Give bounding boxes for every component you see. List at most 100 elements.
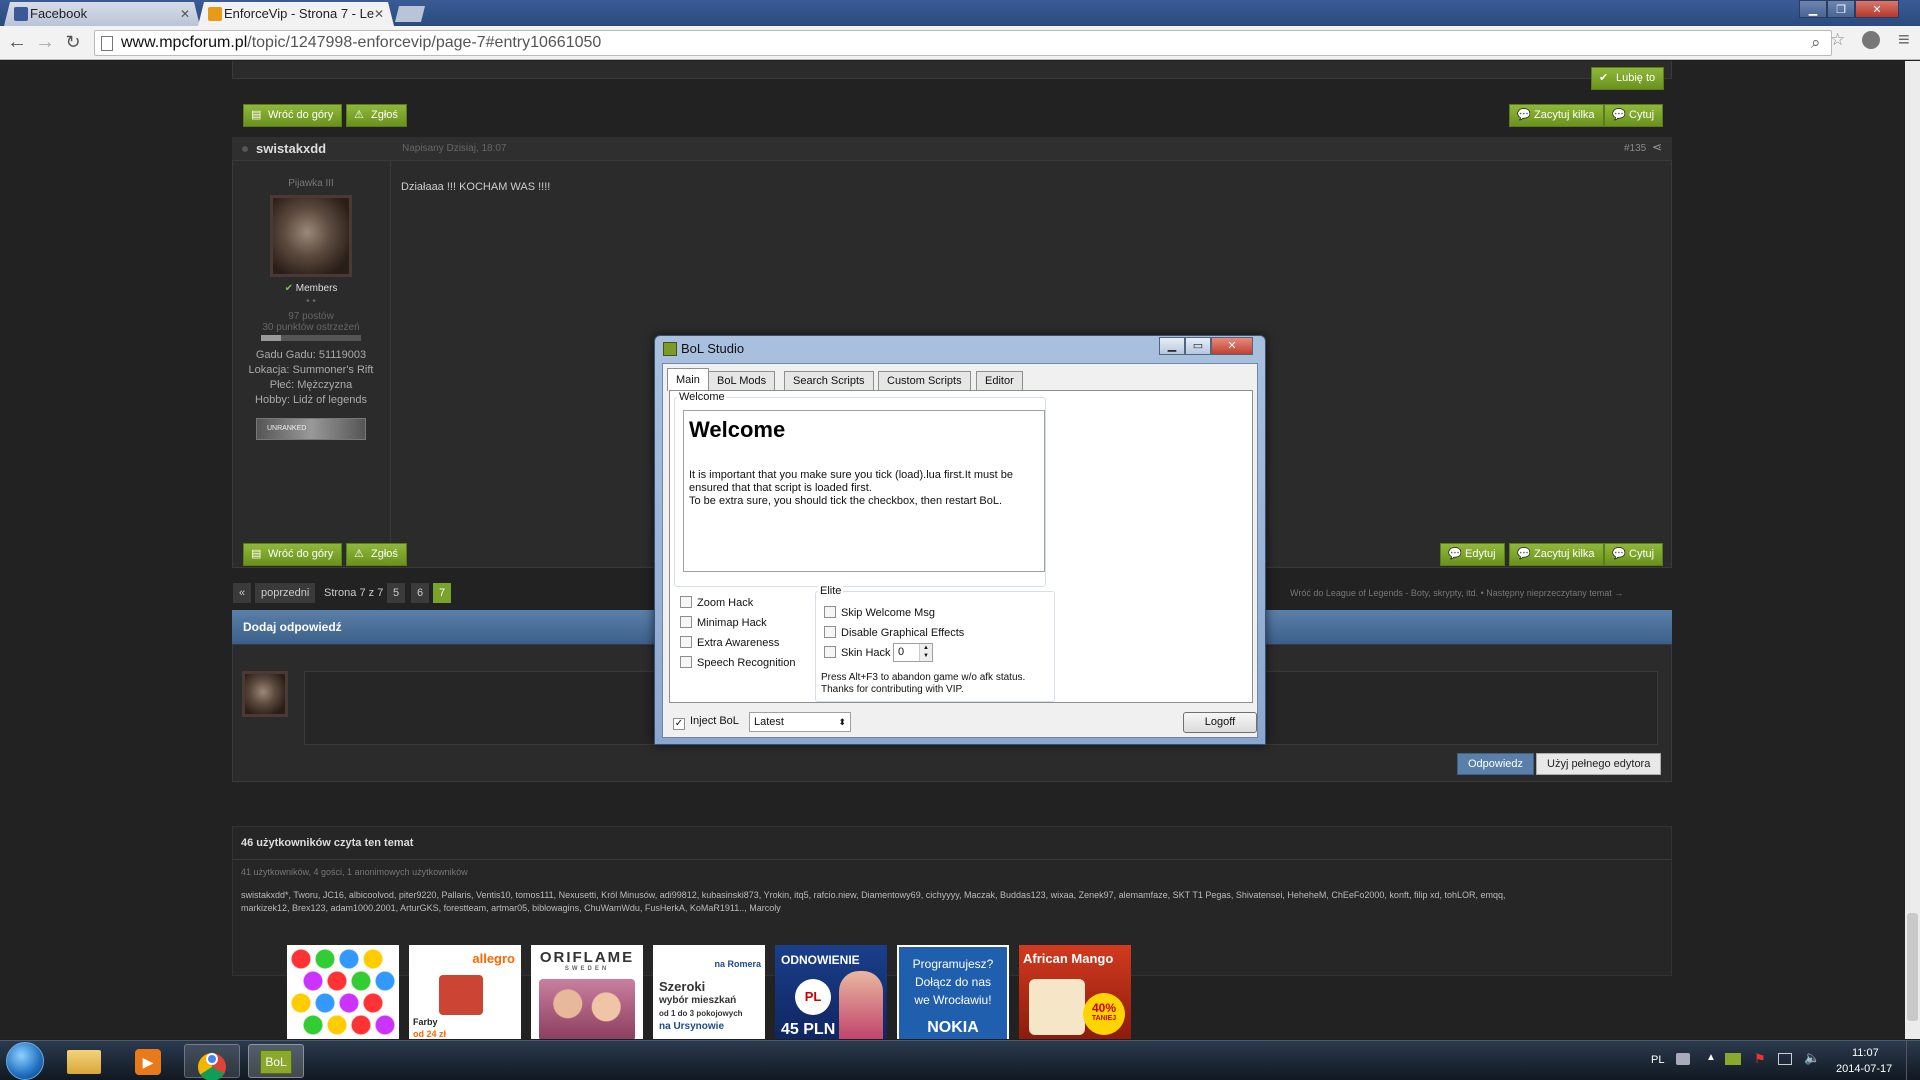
tab-label: EnforceVip - Strona 7 - Le <box>224 6 375 21</box>
minimize-button[interactable]: ▁ <box>1799 0 1827 18</box>
page-5-button[interactable]: 5 <box>387 583 406 603</box>
speech-bubble-icon: 💬 <box>1517 109 1531 121</box>
skip-welcome-checkbox[interactable]: Skip Welcome Msg <box>824 606 935 620</box>
stepper-up-icon[interactable]: ▲ <box>919 644 932 652</box>
report-button[interactable]: ⚠ Zgłoś <box>346 543 407 566</box>
taskbar-media-player[interactable]: ▶ <box>120 1044 176 1078</box>
tab-custom-scripts[interactable]: Custom Scripts <box>878 371 971 390</box>
online-users-list[interactable]: swistakxdd*, Tworu, JC16, albicoolvod, p… <box>241 890 1661 900</box>
address-bar[interactable]: www.mpcforum.pl/topic/1247998-enforcevip… <box>94 30 1832 56</box>
tab-bol-mods[interactable]: BoL Mods <box>708 371 776 390</box>
url-host: www.mpcforum.pl <box>121 34 248 51</box>
page-7-button[interactable]: 7 <box>433 583 452 603</box>
logoff-button[interactable]: Logoff <box>1183 712 1257 733</box>
show-hidden-icons-icon[interactable]: ▲ <box>1706 1052 1716 1063</box>
tab-custom-scripts-label: Custom Scripts <box>887 375 962 387</box>
warning-icon: ⚠ <box>354 548 364 560</box>
share-icon[interactable]: ⋖ <box>1652 140 1662 154</box>
close-tab-icon[interactable]: ✕ <box>180 2 190 26</box>
inject-bol-checkbox[interactable]: ✓ Inject BoL <box>673 714 739 730</box>
ad-bubbles[interactable] <box>287 945 399 1039</box>
keyboard-icon[interactable] <box>1676 1053 1690 1065</box>
disable-graphics-checkbox[interactable]: Disable Graphical Effects <box>824 626 964 640</box>
ad-african-mango[interactable]: African Mango 40% TANIEJ <box>1019 945 1131 1039</box>
stepper-down-icon[interactable]: ▼ <box>919 652 932 661</box>
minimap-hack-checkbox[interactable]: Minimap Hack <box>680 616 767 630</box>
ad-oriflame-brand: ORIFLAME <box>539 949 635 966</box>
reload-icon[interactable]: ↻ <box>62 32 84 54</box>
full-editor-button[interactable]: Użyj pełnego edytora <box>1536 753 1662 775</box>
scrollbar-thumb[interactable] <box>1907 913 1918 1021</box>
volume-icon[interactable]: 🔈 <box>1804 1050 1820 1066</box>
taskbar-chrome[interactable] <box>184 1044 240 1080</box>
facebook-icon <box>14 7 28 21</box>
post-body: Działaaa !!! KOCHAM WAS !!!! <box>401 181 551 193</box>
extra-awareness-checkbox[interactable]: Extra Awareness <box>680 636 779 650</box>
start-button[interactable] <box>6 1042 44 1080</box>
flag-icon[interactable]: ⚑ <box>1754 1051 1766 1067</box>
speech-recognition-checkbox[interactable]: Speech Recognition <box>680 656 795 670</box>
discount-badge: 40% TANIEJ <box>1083 993 1125 1035</box>
disable-graphics-label: Disable Graphical Effects <box>841 627 965 639</box>
taskbar-bol-studio[interactable]: BoL <box>248 1044 304 1078</box>
ad-oriflame[interactable]: ORIFLAME SWEDEN <box>531 945 643 1039</box>
close-tab-icon[interactable]: ✕ <box>374 2 384 26</box>
ad-romera[interactable]: na Romera Szeroki wybór mieszkań od 1 do… <box>653 945 765 1039</box>
reply-submit-button[interactable]: Odpowiedz <box>1457 753 1535 775</box>
previous-page-button[interactable]: poprzedni <box>255 583 316 603</box>
skin-hack-checkbox[interactable]: Skin Hack <box>824 646 891 660</box>
edit-button[interactable]: 💬 Edytuj <box>1440 543 1505 566</box>
tab-search-scripts[interactable]: Search Scripts <box>784 371 874 390</box>
like-button[interactable]: ✔ Lubię to <box>1591 67 1665 90</box>
tab-search-scripts-label: Search Scripts <box>793 375 865 387</box>
page-scrollbar[interactable] <box>1905 61 1920 1039</box>
forward-arrow-icon[interactable]: → <box>34 32 56 54</box>
tab-main[interactable]: Main <box>667 368 709 391</box>
extension-icon[interactable] <box>1862 31 1880 49</box>
dialog-minimize-button[interactable]: ▁ <box>1159 337 1185 355</box>
restore-button[interactable]: ❐ <box>1827 0 1855 18</box>
checkbox-box <box>680 616 692 628</box>
dialog-maximize-button[interactable]: ▭ <box>1185 337 1211 355</box>
zoom-hack-checkbox[interactable]: Zoom Hack <box>680 596 753 610</box>
quote-button[interactable]: 💬 Cytuj <box>1604 543 1664 566</box>
page-6-button[interactable]: 6 <box>411 583 430 603</box>
close-window-button[interactable]: ✕ <box>1855 0 1899 18</box>
tab-facebook[interactable]: Facebook ✕ <box>4 2 200 26</box>
ad-mango-title: African Mango <box>1023 951 1114 966</box>
star-icon[interactable]: ☆ <box>1830 30 1845 50</box>
post-author[interactable]: swistakxdd <box>256 141 326 156</box>
models-photo <box>539 979 635 1039</box>
clock-time[interactable]: 11:07 <box>1852 1047 1879 1059</box>
version-select[interactable]: Latest ⬍ <box>749 712 851 732</box>
breadcrumb-next-topic[interactable]: Wróć do League of Legends - Boty, skrypt… <box>1290 583 1672 603</box>
menu-icon[interactable]: ≡ <box>1898 29 1910 52</box>
network-icon[interactable] <box>1778 1053 1792 1065</box>
skin-hack-stepper[interactable]: 0 ▲ ▼ <box>893 643 933 662</box>
tab-enforcevip[interactable]: EnforceVip - Strona 7 - Le ✕ <box>198 2 394 26</box>
ad-allegro[interactable]: allegro Farby od 24 zł <box>409 945 521 1039</box>
ad-nokia[interactable]: Programujesz? Dołącz do nas we Wrocławiu… <box>897 945 1009 1039</box>
first-page-button[interactable]: « <box>233 583 252 603</box>
clock-date[interactable]: 2014-07-17 <box>1836 1063 1892 1075</box>
bol-tray-icon[interactable] <box>1725 1053 1741 1065</box>
avatar[interactable] <box>270 195 352 277</box>
back-arrow-icon[interactable]: ← <box>6 32 28 54</box>
quote-button[interactable]: 💬 Cytuj <box>1604 104 1664 127</box>
ad-odnowienie[interactable]: ODNOWIENIE PL 45 PLN <box>775 945 887 1039</box>
post-number[interactable]: #135 <box>1624 143 1646 154</box>
online-users-list[interactable]: markizek12, Brex123, adam1000.2001, Artu… <box>241 903 1661 913</box>
language-indicator[interactable]: PL <box>1651 1054 1664 1066</box>
back-to-top-button[interactable]: ▤ Wróć do góry <box>243 104 343 127</box>
dialog-close-button[interactable]: ✕ <box>1211 337 1253 355</box>
quote-multi-button[interactable]: 💬 Zacytuj kilka <box>1509 543 1604 566</box>
show-desktop-button[interactable] <box>1906 1041 1920 1080</box>
new-tab-button[interactable] <box>395 6 425 22</box>
quote-multi-button[interactable]: 💬 Zacytuj kilka <box>1509 104 1604 127</box>
ad-allegro-text: Farby <box>413 1017 438 1027</box>
back-to-top-button[interactable]: ▤ Wróć do góry <box>243 543 343 566</box>
taskbar-explorer[interactable] <box>56 1044 112 1078</box>
tab-editor[interactable]: Editor <box>976 371 1023 390</box>
search-icon[interactable]: ⌕ <box>1811 33 1821 53</box>
report-button[interactable]: ⚠ Zgłoś <box>346 104 407 127</box>
